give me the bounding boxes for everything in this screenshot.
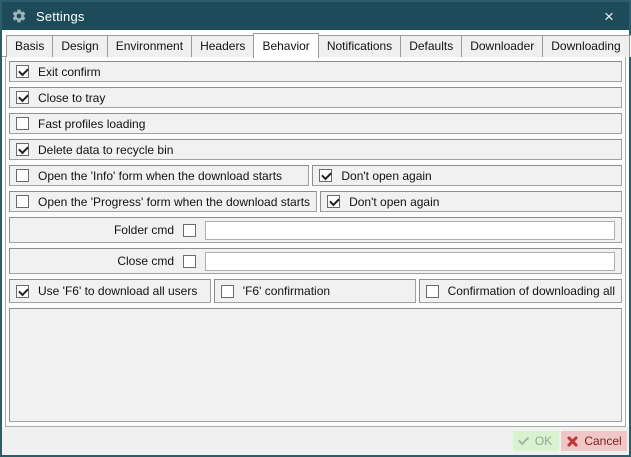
recycle-bin-checkbox[interactable] <box>16 143 29 156</box>
folder-cmd-checkbox[interactable] <box>183 224 196 237</box>
close-to-tray-row: Close to tray <box>9 87 622 108</box>
ok-check-icon <box>518 434 529 445</box>
tab-notifications[interactable]: Notifications <box>318 35 401 57</box>
fast-profiles-label: Fast profiles loading <box>38 117 145 131</box>
cancel-x-icon <box>566 435 579 448</box>
confirm-download-all-checkbox[interactable] <box>426 285 439 298</box>
tab-design[interactable]: Design <box>52 35 107 57</box>
tab-headers[interactable]: Headers <box>191 35 254 57</box>
fast-profiles-checkbox[interactable] <box>16 117 29 130</box>
tab-downloader[interactable]: Downloader <box>461 35 543 57</box>
cancel-button[interactable]: Cancel <box>561 431 627 451</box>
tab-basis[interactable]: Basis <box>6 35 53 57</box>
info-form-row: Open the 'Info' form when the download s… <box>9 165 622 186</box>
folder-cmd-input[interactable] <box>205 221 615 240</box>
recycle-bin-row: Delete data to recycle bin <box>9 139 622 160</box>
close-cmd-row: Close cmd <box>9 248 622 274</box>
close-cmd-checkbox[interactable] <box>183 255 196 268</box>
info-form-label: Open the 'Info' form when the download s… <box>38 169 282 183</box>
folder-cmd-label: Folder cmd <box>16 223 174 237</box>
progress-form-checkbox[interactable] <box>16 195 29 208</box>
f6-row: Use 'F6' to download all users 'F6' conf… <box>9 279 622 303</box>
behavior-tab-page: Exit confirm Close to tray Fast profiles… <box>5 57 626 427</box>
exit-confirm-checkbox[interactable] <box>16 65 29 78</box>
ok-label: OK <box>535 434 552 448</box>
close-to-tray-checkbox[interactable] <box>16 91 29 104</box>
progress-dont-open-panel: Don't open again <box>320 191 622 212</box>
info-dont-open-checkbox[interactable] <box>319 169 332 182</box>
exit-confirm-row: Exit confirm <box>9 61 622 82</box>
f6-confirmation-checkbox[interactable] <box>221 285 234 298</box>
exit-confirm-label: Exit confirm <box>38 65 101 79</box>
info-dont-open-panel: Don't open again <box>312 165 622 186</box>
info-form-checkbox[interactable] <box>16 169 29 182</box>
recycle-bin-label: Delete data to recycle bin <box>38 143 173 157</box>
window-title: Settings <box>36 9 85 24</box>
close-cmd-input[interactable] <box>205 252 615 271</box>
tab-defaults[interactable]: Defaults <box>400 35 462 57</box>
close-to-tray-label: Close to tray <box>38 91 105 105</box>
progress-form-panel: Open the 'Progress' form when the downlo… <box>9 191 317 212</box>
close-cmd-label: Close cmd <box>16 254 174 268</box>
f6-download-label: Use 'F6' to download all users <box>38 284 197 298</box>
info-form-panel: Open the 'Info' form when the download s… <box>9 165 309 186</box>
f6-confirmation-label: 'F6' confirmation <box>243 284 330 298</box>
tab-environment[interactable]: Environment <box>107 35 192 57</box>
title-bar: Settings × <box>2 2 629 30</box>
confirm-download-all-panel: Confirmation of downloading all <box>419 279 622 303</box>
f6-confirmation-panel: 'F6' confirmation <box>214 279 416 303</box>
ok-button[interactable]: OK <box>513 431 559 451</box>
progress-form-label: Open the 'Progress' form when the downlo… <box>38 195 310 209</box>
progress-dont-open-checkbox[interactable] <box>327 195 340 208</box>
folder-cmd-row: Folder cmd <box>9 217 622 243</box>
tab-downloading[interactable]: Downloading <box>542 35 629 57</box>
f6-download-panel: Use 'F6' to download all users <box>9 279 211 303</box>
close-icon[interactable]: × <box>598 5 620 27</box>
progress-dont-open-label: Don't open again <box>349 195 439 209</box>
info-dont-open-label: Don't open again <box>341 169 431 183</box>
tab-strip: Basis Design Environment Headers Behavio… <box>2 30 629 57</box>
tab-behavior[interactable]: Behavior <box>253 33 318 58</box>
settings-window: Settings × Basis Design Environment Head… <box>0 0 631 457</box>
fast-profiles-row: Fast profiles loading <box>9 113 622 134</box>
cancel-label: Cancel <box>584 434 621 448</box>
f6-download-checkbox[interactable] <box>16 285 29 298</box>
footer-bar: OK Cancel <box>2 427 629 455</box>
confirm-download-all-label: Confirmation of downloading all <box>448 284 615 298</box>
empty-panel <box>9 308 622 422</box>
gear-icon <box>11 8 27 24</box>
progress-form-row: Open the 'Progress' form when the downlo… <box>9 191 622 212</box>
